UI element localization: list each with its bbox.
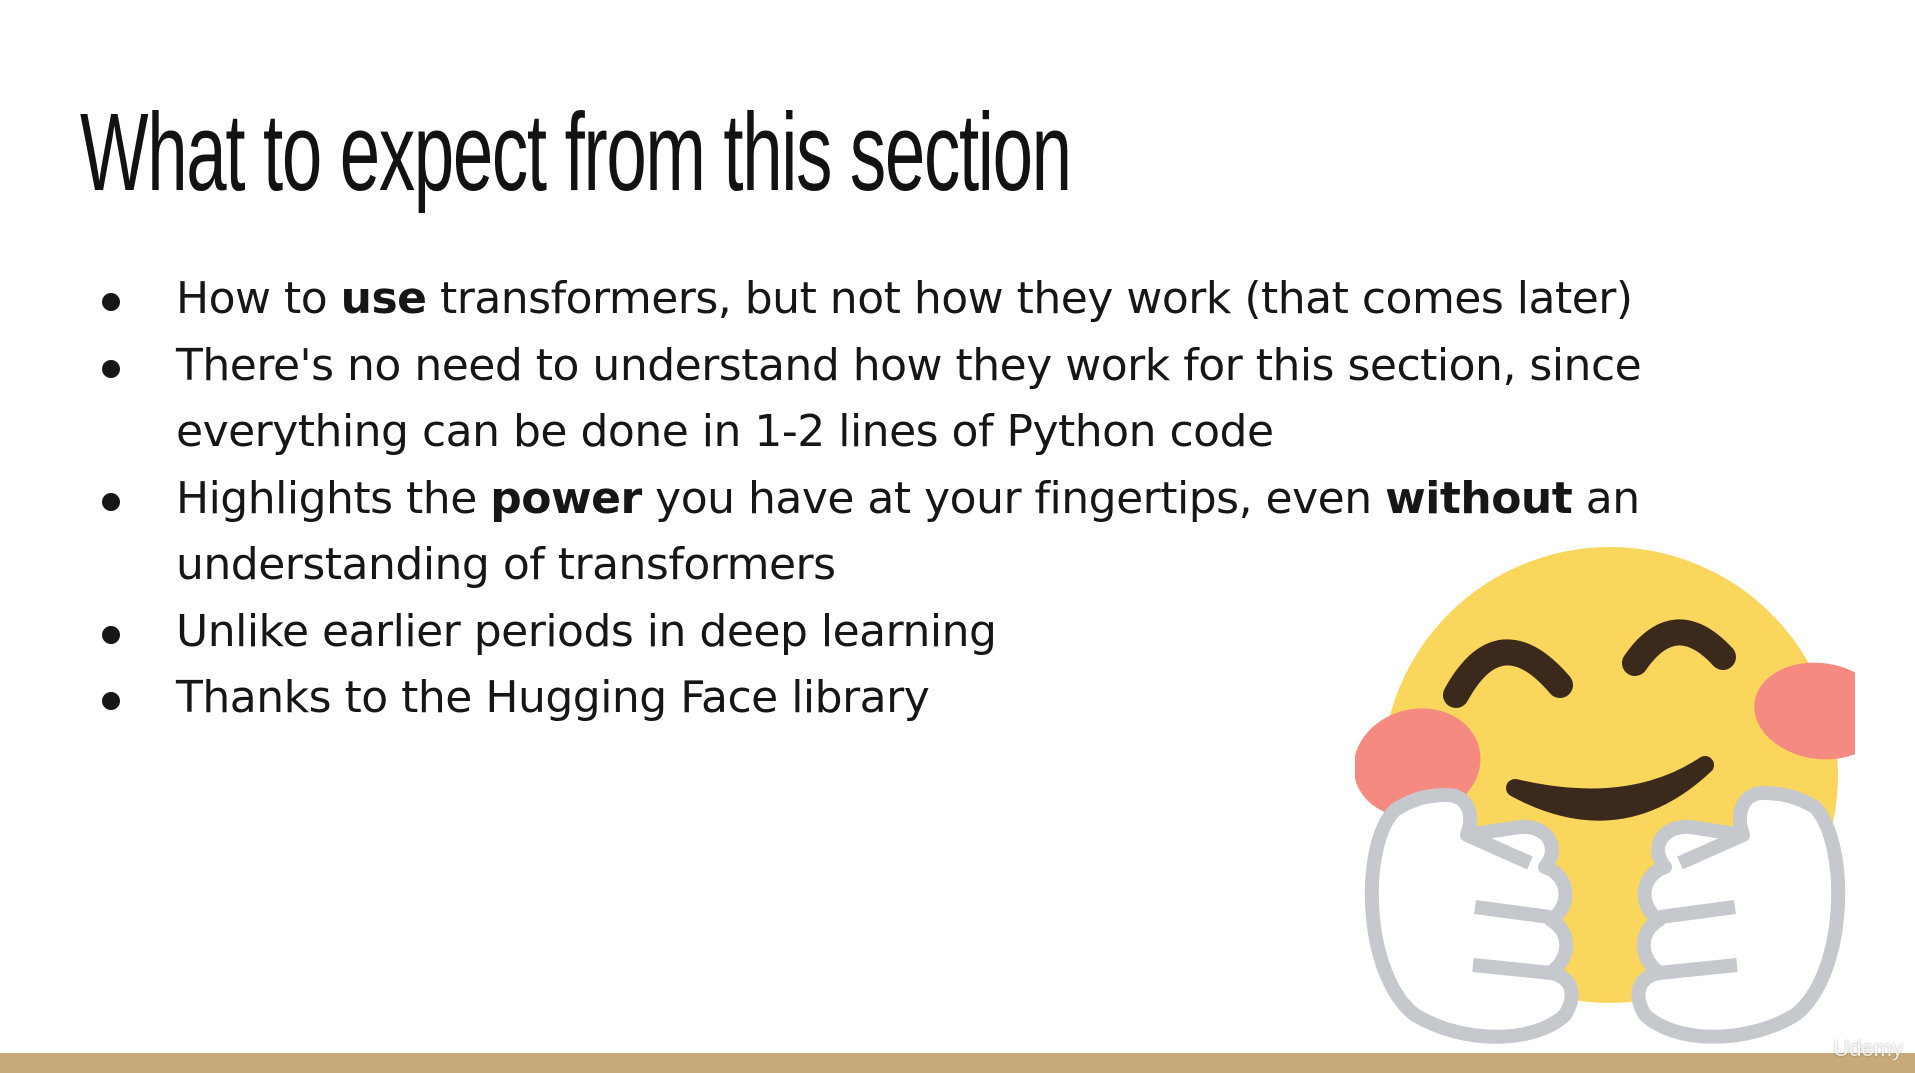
- bullet-bold-text: without: [1385, 472, 1573, 524]
- bullet-text: Highlights the: [176, 472, 491, 524]
- bullet-dot-icon: [102, 359, 120, 378]
- bullet-item: There's no need to understand how they w…: [96, 333, 1736, 466]
- bullet-dot-icon: [102, 692, 120, 710]
- bullet-item: How to use transformers, but not how the…: [96, 266, 1736, 333]
- emoji-right-hand: [1631, 786, 1846, 1044]
- bullet-text: Thanks to the Hugging Face library: [176, 672, 930, 723]
- bullet-text: you have at your fingertips, even: [641, 472, 1386, 524]
- udemy-watermark: Udemy: [1833, 1036, 1903, 1061]
- emoji-left-hand: [1364, 788, 1579, 1044]
- bullet-text: transformers, but not how they work (tha…: [426, 273, 1633, 324]
- bullet-bold-text: power: [490, 472, 642, 524]
- bullet-bold-text: use: [340, 273, 427, 324]
- bullet-dot-icon: [102, 492, 120, 511]
- bullet-text: How to: [176, 273, 341, 324]
- bullet-text: Unlike earlier periods in deep learning: [176, 605, 997, 657]
- bottom-accent-bar: [0, 1053, 1915, 1073]
- bullet-text: There's no need to understand how they w…: [176, 339, 1642, 458]
- slide: What to expect from this section How to …: [0, 0, 1915, 1073]
- bullet-dot-icon: [102, 625, 120, 644]
- hugging-face-icon: [1355, 547, 1855, 1044]
- bullet-dot-icon: [102, 293, 120, 311]
- slide-title: What to expect from this section: [80, 91, 1072, 214]
